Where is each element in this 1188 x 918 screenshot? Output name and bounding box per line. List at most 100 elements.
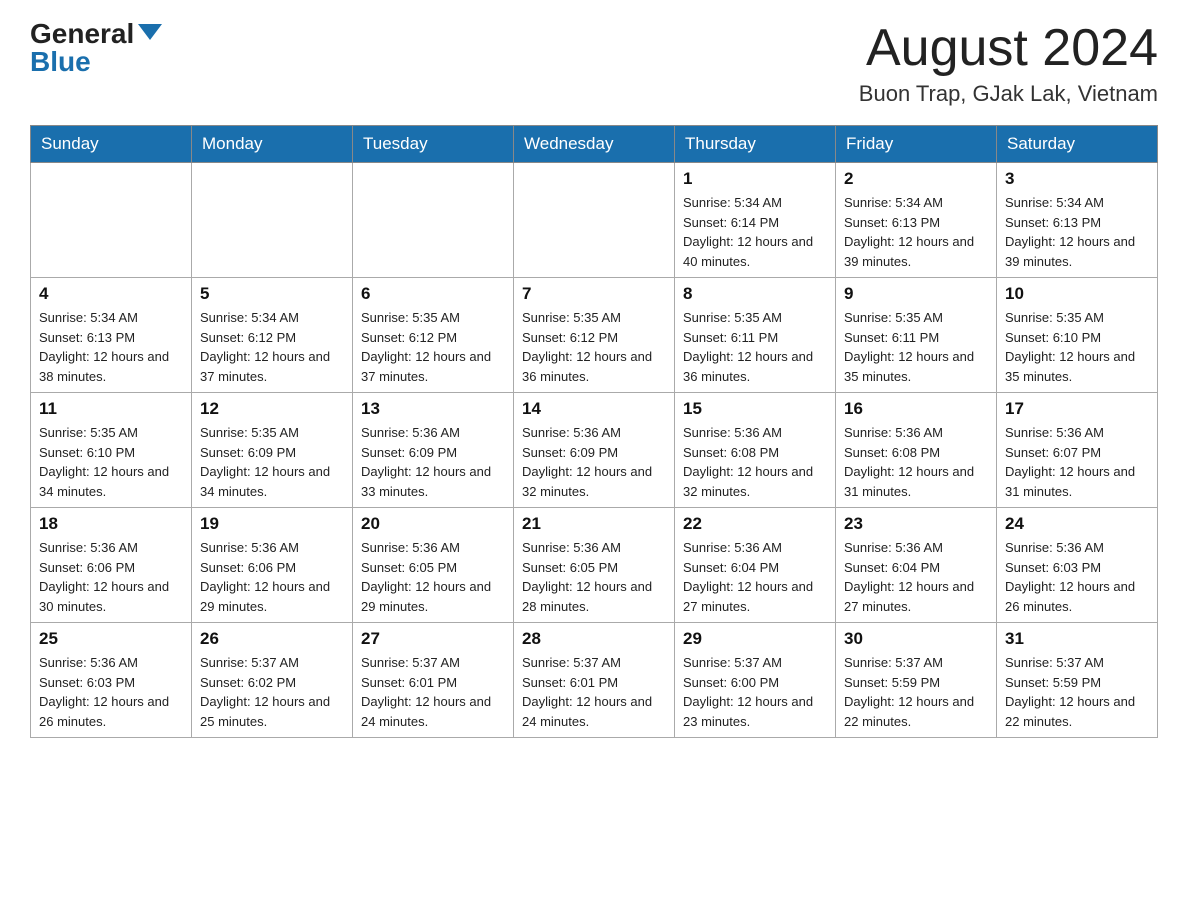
calendar-header-thursday: Thursday — [675, 126, 836, 163]
calendar-cell — [192, 163, 353, 278]
calendar-cell: 5 Sunrise: 5:34 AMSunset: 6:12 PMDaylight… — [192, 278, 353, 393]
calendar-cell — [353, 163, 514, 278]
day-info: Sunrise: 5:34 AMSunset: 6:13 PMDaylight:… — [39, 308, 183, 386]
day-info: Sunrise: 5:35 AMSunset: 6:11 PMDaylight:… — [844, 308, 988, 386]
calendar-cell: 21Sunrise: 5:36 AMSunset: 6:05 PMDayligh… — [514, 508, 675, 623]
day-info: Sunrise: 5:36 AMSunset: 6:09 PMDaylight:… — [522, 423, 666, 501]
calendar-header-wednesday: Wednesday — [514, 126, 675, 163]
calendar-cell: 13Sunrise: 5:36 AMSunset: 6:09 PMDayligh… — [353, 393, 514, 508]
calendar-cell: 23Sunrise: 5:36 AMSunset: 6:04 PMDayligh… — [836, 508, 997, 623]
day-info: Sunrise: 5:35 AMSunset: 6:09 PMDaylight:… — [200, 423, 344, 501]
day-number: 2 — [844, 169, 988, 189]
calendar-cell: 20 Sunrise: 5:36 AMSunset: 6:05 PMDayligh… — [353, 508, 514, 623]
week-row-4: 18 Sunrise: 5:36 AMSunset: 6:06 PMDayligh… — [31, 508, 1158, 623]
calendar-cell: 24Sunrise: 5:36 AMSunset: 6:03 PMDayligh… — [997, 508, 1158, 623]
calendar-cell: 29 Sunrise: 5:37 AMSunset: 6:00 PMDayligh… — [675, 623, 836, 738]
day-number: 11 — [39, 399, 183, 419]
logo-general-text: General — [30, 20, 134, 48]
week-row-3: 11 Sunrise: 5:35 AMSunset: 6:10 PMDayligh… — [31, 393, 1158, 508]
day-number: 22 — [683, 514, 827, 534]
day-info: Sunrise: 5:36 AMSunset: 6:05 PMDaylight:… — [361, 538, 505, 616]
page-header: General Blue August 2024 Buon Trap, GJak… — [30, 20, 1158, 107]
day-number: 30 — [844, 629, 988, 649]
day-info: Sunrise: 5:34 AMSunset: 6:13 PMDaylight:… — [1005, 193, 1149, 271]
day-info: Sunrise: 5:35 AMSunset: 6:12 PMDaylight:… — [361, 308, 505, 386]
day-info: Sunrise: 5:34 AMSunset: 6:12 PMDaylight:… — [200, 308, 344, 386]
day-info: Sunrise: 5:36 AMSunset: 6:08 PMDaylight:… — [844, 423, 988, 501]
calendar-cell: 25Sunrise: 5:36 AMSunset: 6:03 PMDayligh… — [31, 623, 192, 738]
day-info: Sunrise: 5:34 AMSunset: 6:13 PMDaylight:… — [844, 193, 988, 271]
day-info: Sunrise: 5:37 AMSunset: 6:01 PMDaylight:… — [522, 653, 666, 731]
calendar-cell — [514, 163, 675, 278]
calendar-table: SundayMondayTuesdayWednesdayThursdayFrid… — [30, 125, 1158, 738]
day-info: Sunrise: 5:36 AMSunset: 6:07 PMDaylight:… — [1005, 423, 1149, 501]
day-number: 12 — [200, 399, 344, 419]
day-number: 28 — [522, 629, 666, 649]
calendar-cell: 31 Sunrise: 5:37 AMSunset: 5:59 PMDayligh… — [997, 623, 1158, 738]
day-number: 3 — [1005, 169, 1149, 189]
day-info: Sunrise: 5:36 AMSunset: 6:04 PMDaylight:… — [844, 538, 988, 616]
day-info: Sunrise: 5:35 AMSunset: 6:10 PMDaylight:… — [1005, 308, 1149, 386]
day-info: Sunrise: 5:37 AMSunset: 6:01 PMDaylight:… — [361, 653, 505, 731]
day-number: 7 — [522, 284, 666, 304]
calendar-cell: 15 Sunrise: 5:36 AMSunset: 6:08 PMDayligh… — [675, 393, 836, 508]
day-number: 17 — [1005, 399, 1149, 419]
calendar-header-friday: Friday — [836, 126, 997, 163]
logo: General Blue — [30, 20, 162, 76]
week-row-1: 1Sunrise: 5:34 AMSunset: 6:14 PMDaylight… — [31, 163, 1158, 278]
day-number: 26 — [200, 629, 344, 649]
calendar-cell: 1Sunrise: 5:34 AMSunset: 6:14 PMDaylight… — [675, 163, 836, 278]
day-number: 24 — [1005, 514, 1149, 534]
day-info: Sunrise: 5:36 AMSunset: 6:06 PMDaylight:… — [200, 538, 344, 616]
day-number: 19 — [200, 514, 344, 534]
day-number: 20 — [361, 514, 505, 534]
week-row-2: 4 Sunrise: 5:34 AMSunset: 6:13 PMDaylight… — [31, 278, 1158, 393]
logo-blue-text: Blue — [30, 48, 91, 76]
calendar-cell: 16 Sunrise: 5:36 AMSunset: 6:08 PMDayligh… — [836, 393, 997, 508]
calendar-cell: 27 Sunrise: 5:37 AMSunset: 6:01 PMDayligh… — [353, 623, 514, 738]
day-number: 27 — [361, 629, 505, 649]
location-title: Buon Trap, GJak Lak, Vietnam — [859, 81, 1158, 107]
day-info: Sunrise: 5:36 AMSunset: 6:06 PMDaylight:… — [39, 538, 183, 616]
day-info: Sunrise: 5:37 AMSunset: 5:59 PMDaylight:… — [1005, 653, 1149, 731]
week-row-5: 25Sunrise: 5:36 AMSunset: 6:03 PMDayligh… — [31, 623, 1158, 738]
calendar-cell: 18 Sunrise: 5:36 AMSunset: 6:06 PMDayligh… — [31, 508, 192, 623]
day-number: 31 — [1005, 629, 1149, 649]
day-info: Sunrise: 5:36 AMSunset: 6:05 PMDaylight:… — [522, 538, 666, 616]
day-info: Sunrise: 5:37 AMSunset: 6:02 PMDaylight:… — [200, 653, 344, 731]
calendar-cell: 30Sunrise: 5:37 AMSunset: 5:59 PMDayligh… — [836, 623, 997, 738]
day-number: 29 — [683, 629, 827, 649]
calendar-cell: 10 Sunrise: 5:35 AMSunset: 6:10 PMDayligh… — [997, 278, 1158, 393]
calendar-cell: 14Sunrise: 5:36 AMSunset: 6:09 PMDayligh… — [514, 393, 675, 508]
calendar-cell: 17 Sunrise: 5:36 AMSunset: 6:07 PMDayligh… — [997, 393, 1158, 508]
day-info: Sunrise: 5:36 AMSunset: 6:04 PMDaylight:… — [683, 538, 827, 616]
calendar-header-monday: Monday — [192, 126, 353, 163]
day-number: 18 — [39, 514, 183, 534]
calendar-header-sunday: Sunday — [31, 126, 192, 163]
day-number: 5 — [200, 284, 344, 304]
day-info: Sunrise: 5:36 AMSunset: 6:08 PMDaylight:… — [683, 423, 827, 501]
calendar-cell: 4 Sunrise: 5:34 AMSunset: 6:13 PMDaylight… — [31, 278, 192, 393]
calendar-cell: 8Sunrise: 5:35 AMSunset: 6:11 PMDaylight… — [675, 278, 836, 393]
day-info: Sunrise: 5:37 AMSunset: 6:00 PMDaylight:… — [683, 653, 827, 731]
day-number: 16 — [844, 399, 988, 419]
day-number: 15 — [683, 399, 827, 419]
day-info: Sunrise: 5:36 AMSunset: 6:03 PMDaylight:… — [39, 653, 183, 731]
day-number: 1 — [683, 169, 827, 189]
calendar-cell: 2 Sunrise: 5:34 AMSunset: 6:13 PMDaylight… — [836, 163, 997, 278]
calendar-cell — [31, 163, 192, 278]
day-info: Sunrise: 5:35 AMSunset: 6:12 PMDaylight:… — [522, 308, 666, 386]
calendar-header-row: SundayMondayTuesdayWednesdayThursdayFrid… — [31, 126, 1158, 163]
day-number: 10 — [1005, 284, 1149, 304]
calendar-cell: 12 Sunrise: 5:35 AMSunset: 6:09 PMDayligh… — [192, 393, 353, 508]
calendar-header-saturday: Saturday — [997, 126, 1158, 163]
calendar-cell: 9Sunrise: 5:35 AMSunset: 6:11 PMDaylight… — [836, 278, 997, 393]
calendar-cell: 7 Sunrise: 5:35 AMSunset: 6:12 PMDaylight… — [514, 278, 675, 393]
calendar-cell: 28 Sunrise: 5:37 AMSunset: 6:01 PMDayligh… — [514, 623, 675, 738]
day-number: 6 — [361, 284, 505, 304]
day-info: Sunrise: 5:35 AMSunset: 6:10 PMDaylight:… — [39, 423, 183, 501]
day-number: 4 — [39, 284, 183, 304]
calendar-cell: 22 Sunrise: 5:36 AMSunset: 6:04 PMDayligh… — [675, 508, 836, 623]
day-info: Sunrise: 5:35 AMSunset: 6:11 PMDaylight:… — [683, 308, 827, 386]
logo-triangle-icon — [138, 24, 162, 40]
